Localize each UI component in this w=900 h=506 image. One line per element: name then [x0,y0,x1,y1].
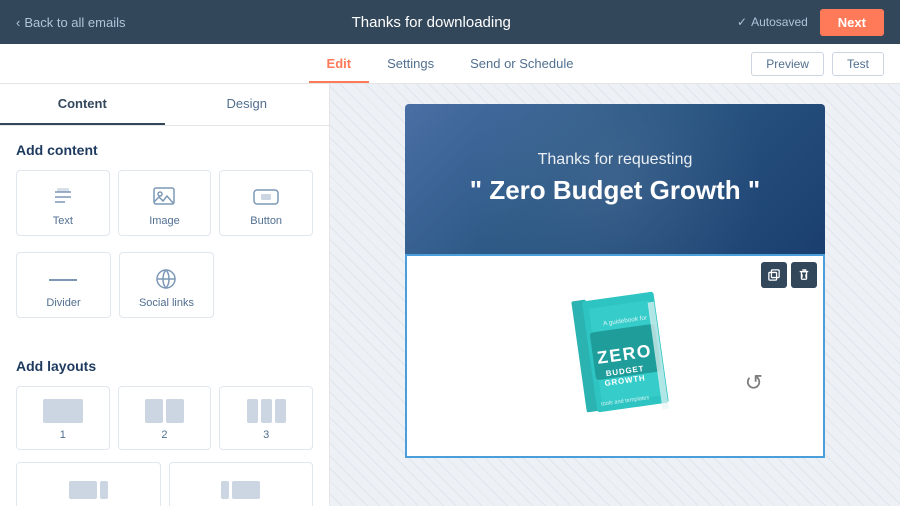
add-content-section: Add content Text [0,126,329,342]
sidebar-tab-design[interactable]: Design [165,84,330,125]
top-bar: ‹ Back to all emails Thanks for download… [0,0,900,44]
test-button[interactable]: Test [832,52,884,76]
text-label: Text [25,215,101,227]
image-icon [127,183,203,211]
layout-preview-4 [25,473,152,499]
content-items-grid: Text Image [16,170,313,236]
divider-icon [25,265,102,293]
tab-edit[interactable]: Edit [309,46,370,83]
back-link[interactable]: ‹ Back to all emails [16,15,126,30]
autosaved-label: Autosaved [751,15,808,29]
layout-label-3: 3 [228,429,304,441]
content-items-grid-2: Divider Social links [16,252,214,318]
main-layout: Content Design Add content [0,84,900,506]
content-area: Thanks for requesting " Zero Budget Grow… [330,84,900,506]
layout-item-1[interactable]: 1 [16,386,110,450]
preview-button[interactable]: Preview [751,52,824,76]
content-item-button[interactable]: Button [219,170,313,236]
content-item-text[interactable]: Text [16,170,110,236]
layout-preview-1 [25,397,101,423]
layout-item-2[interactable]: 2 [118,386,212,450]
delete-block-button[interactable] [791,262,817,288]
sub-nav-tabs: Edit Settings Send or Schedule [309,46,592,82]
button-icon [228,183,304,211]
text-icon [25,183,101,211]
email-header-subtitle: Thanks for requesting [435,151,795,169]
social-links-label: Social links [128,297,205,309]
chevron-left-icon: ‹ [16,15,20,30]
page-title: Thanks for downloading [352,14,511,31]
cursor-icon: ↺ [745,370,763,396]
next-button[interactable]: Next [820,9,884,36]
social-links-icon [128,265,205,293]
layout-item-4[interactable] [16,462,161,506]
check-icon: ✓ [737,15,747,29]
layout-item-3[interactable]: 3 [219,386,313,450]
top-bar-right: ✓ Autosaved Next [737,9,884,36]
layout-items-grid: 1 2 3 [16,386,313,450]
tab-send-schedule[interactable]: Send or Schedule [452,46,591,83]
sidebar: Content Design Add content [0,84,330,506]
layout-label-1: 1 [25,429,101,441]
image-label: Image [127,215,203,227]
sidebar-tabs: Content Design [0,84,329,126]
sub-nav: Edit Settings Send or Schedule Preview T… [0,44,900,84]
sidebar-tab-content[interactable]: Content [0,84,165,125]
layout-preview-2 [127,397,203,423]
layout-item-5[interactable] [169,462,314,506]
block-actions [761,262,817,288]
autosaved-status: ✓ Autosaved [737,15,808,29]
tab-settings[interactable]: Settings [369,46,452,83]
layout-items-grid-row2 [16,462,313,506]
content-item-social-links[interactable]: Social links [119,252,214,318]
divider-label: Divider [25,297,102,309]
email-preview: Thanks for requesting " Zero Budget Grow… [405,104,825,458]
back-link-label: Back to all emails [24,15,125,30]
button-label: Button [228,215,304,227]
add-layouts-title: Add layouts [16,358,313,374]
layout-preview-3 [228,397,304,423]
add-content-title: Add content [16,142,313,158]
content-item-image[interactable]: Image [118,170,212,236]
sub-nav-actions: Preview Test [751,52,884,76]
email-header-title: " Zero Budget Growth " [435,175,795,206]
copy-block-button[interactable] [761,262,787,288]
add-layouts-section: Add layouts 1 2 [0,342,329,506]
layout-preview-5 [178,473,305,499]
email-header-banner: Thanks for requesting " Zero Budget Grow… [405,104,825,254]
content-item-divider[interactable]: Divider [16,252,111,318]
email-image-block[interactable]: ZERO BUDGET GROWTH A guidebook for tools… [405,254,825,458]
layout-label-2: 2 [127,429,203,441]
